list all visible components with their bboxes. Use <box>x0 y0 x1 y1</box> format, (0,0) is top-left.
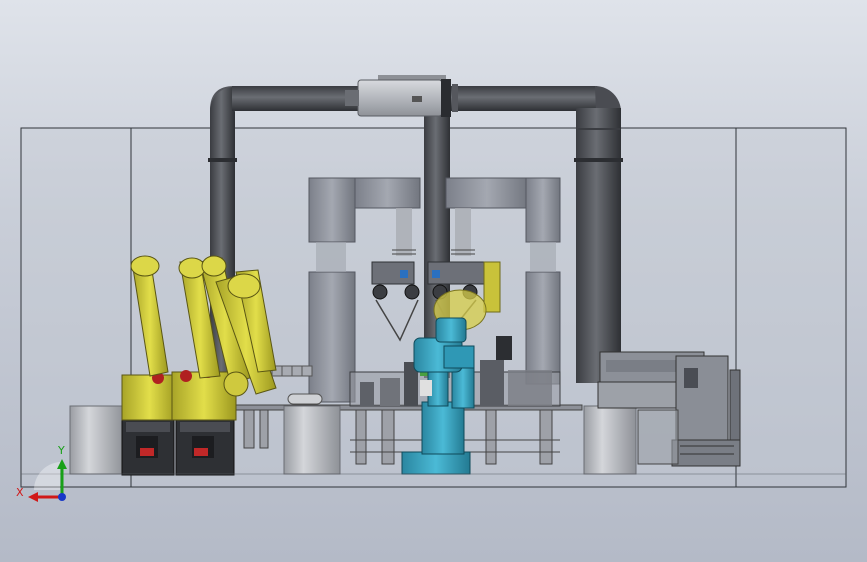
assembly-scene <box>20 75 847 502</box>
filter-housing[interactable] <box>345 75 458 117</box>
triad-x-label: X <box>16 486 24 499</box>
cad-viewport[interactable]: X Y <box>0 0 867 562</box>
triad-y-label: Y <box>58 444 65 457</box>
